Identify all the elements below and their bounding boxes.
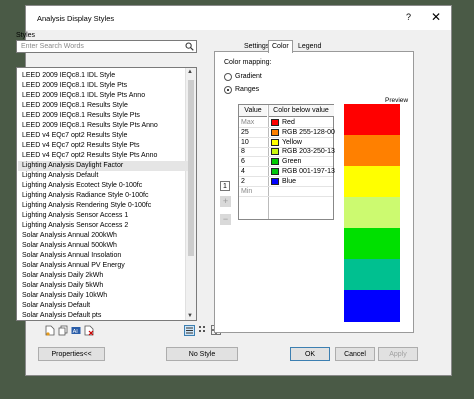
color-swatch[interactable] xyxy=(271,119,279,126)
color-name-cell[interactable]: RGB 001-197-13 xyxy=(282,167,335,176)
style-list-item[interactable]: Solar Analysis Annual 500kWh xyxy=(22,241,117,251)
color-swatch[interactable] xyxy=(271,148,279,156)
preview-label: Preview xyxy=(385,97,409,104)
help-button[interactable]: ? xyxy=(406,12,411,22)
styles-list[interactable]: ▲ ▼ LEED 2009 IEQc8.1 IDL Style LEED 2009… xyxy=(16,67,197,321)
style-list-item[interactable]: Solar Analysis Annual 200kWh xyxy=(22,231,117,241)
range-value-cell[interactable]: 6 xyxy=(241,157,266,166)
color-swatch[interactable] xyxy=(271,128,279,136)
cancel-button[interactable]: Cancel xyxy=(335,347,375,361)
style-list-item[interactable]: Solar Analysis Default pts xyxy=(22,311,101,320)
style-list-item[interactable]: LEED 2009 IEQc8.1 Results Style Pts Anno xyxy=(22,121,158,131)
no-style-button[interactable]: No Style xyxy=(166,347,238,361)
style-list-item[interactable]: Solar Analysis Daily 10kWh xyxy=(22,291,107,301)
preview-color-band xyxy=(344,197,400,229)
color-swatch[interactable] xyxy=(271,168,279,175)
style-list-item[interactable]: LEED 2009 IEQc8.1 IDL Style Pts Anno xyxy=(22,91,145,101)
window-title: Analysis Display Styles xyxy=(37,14,115,23)
color-name-cell[interactable]: Yellow xyxy=(282,138,334,147)
scroll-thumb[interactable] xyxy=(188,80,194,256)
style-list-item[interactable]: Lighting Analysis Sensor Access 2 xyxy=(22,221,128,231)
search-icon[interactable] xyxy=(185,42,194,51)
range-count-field[interactable]: 1 xyxy=(220,181,230,191)
ok-button[interactable]: OK xyxy=(290,347,330,361)
gradient-label: Gradient xyxy=(235,73,262,80)
style-list-item[interactable]: LEED v4 EQc7 opt2 Results Style Pts xyxy=(22,141,140,151)
range-value-cell[interactable]: 10 xyxy=(241,138,266,147)
style-list-item[interactable]: Solar Analysis Daily 2kWh xyxy=(22,271,103,281)
styles-label: Styles xyxy=(16,32,36,39)
preview-color-band xyxy=(344,290,400,322)
color-column-header: Color below value xyxy=(268,105,334,117)
gradient-radio[interactable] xyxy=(224,73,232,81)
color-swatch[interactable] xyxy=(271,158,279,166)
style-list-item[interactable]: Lighting Analysis Daylight Factor xyxy=(18,161,188,171)
color-ranges-table[interactable]: Value Color below value Max Red 25 RGB 255-… xyxy=(238,104,335,220)
range-value-cell[interactable]: 8 xyxy=(241,147,266,156)
title-bar: Analysis Display Styles ? ✕ xyxy=(26,6,451,30)
color-name-cell[interactable]: RGB 255-128-00 xyxy=(282,128,335,137)
style-list-item[interactable]: Lighting Analysis Radiance Style 0-100fc xyxy=(22,191,148,201)
color-mapping-label: Color mapping: xyxy=(224,59,272,66)
row-divider xyxy=(239,195,333,197)
preview-color-band xyxy=(344,166,400,198)
style-list-item[interactable]: Solar Analysis Default xyxy=(22,301,90,311)
color-name-cell[interactable]: Blue xyxy=(282,177,334,186)
style-list-item[interactable]: Solar Analysis Annual PV Energy xyxy=(22,261,125,271)
tab-legend[interactable]: Legend xyxy=(295,42,324,51)
style-list-item[interactable]: LEED 2009 IEQc8.1 Results Style Pts xyxy=(22,111,140,121)
list-view-icon[interactable] xyxy=(184,325,195,336)
tab-color[interactable]: Color xyxy=(268,40,293,53)
delete-style-icon[interactable] xyxy=(84,325,95,336)
ranges-radio[interactable] xyxy=(224,86,232,94)
value-column-header: Value xyxy=(239,105,267,117)
style-list-item[interactable]: Lighting Analysis Rendering Style 0-100f… xyxy=(22,201,151,211)
color-swatch[interactable] xyxy=(271,177,279,185)
style-list-item[interactable]: Solar Analysis Annual Insolation xyxy=(22,251,121,261)
remove-range-button[interactable]: − xyxy=(220,214,231,225)
small-icons-view-icon[interactable] xyxy=(198,325,209,336)
range-value-cell[interactable]: 2 xyxy=(241,177,266,186)
scroll-up-icon[interactable]: ▲ xyxy=(187,69,193,75)
style-list-item[interactable]: Lighting Analysis Sensor Access 1 xyxy=(22,211,128,221)
search-input[interactable]: Enter Search Words xyxy=(16,40,197,53)
style-list-item[interactable]: LEED 2009 IEQc8.1 Results Style xyxy=(22,101,128,111)
style-list-item[interactable]: LEED v4 EQc7 opt2 Results Style Pts Anno xyxy=(22,151,157,161)
color-name-cell[interactable]: Green xyxy=(282,157,334,166)
search-placeholder: Enter Search Words xyxy=(21,43,84,50)
preview-color-band xyxy=(344,104,400,136)
rename-style-icon[interactable]: AI xyxy=(71,325,82,336)
color-swatch[interactable] xyxy=(271,138,279,146)
scroll-down-icon[interactable]: ▼ xyxy=(187,313,193,319)
styles-list-scrollbar[interactable]: ▲ ▼ xyxy=(185,68,196,320)
color-preview xyxy=(344,104,400,322)
range-value-cell[interactable]: Min xyxy=(241,187,266,196)
preview-color-band xyxy=(344,135,400,167)
svg-text:AI: AI xyxy=(73,329,79,335)
style-list-item[interactable]: LEED v4 EQc7 opt2 Results Style xyxy=(22,131,127,141)
add-range-button[interactable]: + xyxy=(220,196,231,207)
properties-button[interactable]: Properties<< xyxy=(38,347,105,361)
duplicate-style-icon[interactable] xyxy=(58,325,69,336)
apply-button[interactable]: Apply xyxy=(378,347,418,361)
style-list-item[interactable]: LEED 2009 IEQc8.1 IDL Style Pts xyxy=(22,81,127,91)
range-value-cell[interactable]: 25 xyxy=(241,128,266,137)
style-list-item[interactable]: Solar Analysis Daily 5kWh xyxy=(22,281,103,291)
new-style-icon[interactable] xyxy=(45,325,56,336)
color-name-cell[interactable]: Red xyxy=(282,118,334,127)
color-name-cell[interactable]: RGB 203-250-13 xyxy=(282,147,335,156)
range-value-cell[interactable]: 4 xyxy=(241,167,266,176)
style-list-item[interactable]: LEED 2009 IEQc8.1 IDL Style xyxy=(22,71,115,81)
range-value-cell[interactable]: Max xyxy=(241,118,266,127)
preview-color-band xyxy=(344,228,400,260)
style-list-item[interactable]: Lighting Analysis Default xyxy=(22,171,98,181)
preview-color-band xyxy=(344,259,400,291)
ranges-label: Ranges xyxy=(235,86,260,93)
style-list-item[interactable]: Lighting Analysis Ecotect Style 0-100fc xyxy=(22,181,142,191)
close-button[interactable]: ✕ xyxy=(431,10,441,24)
